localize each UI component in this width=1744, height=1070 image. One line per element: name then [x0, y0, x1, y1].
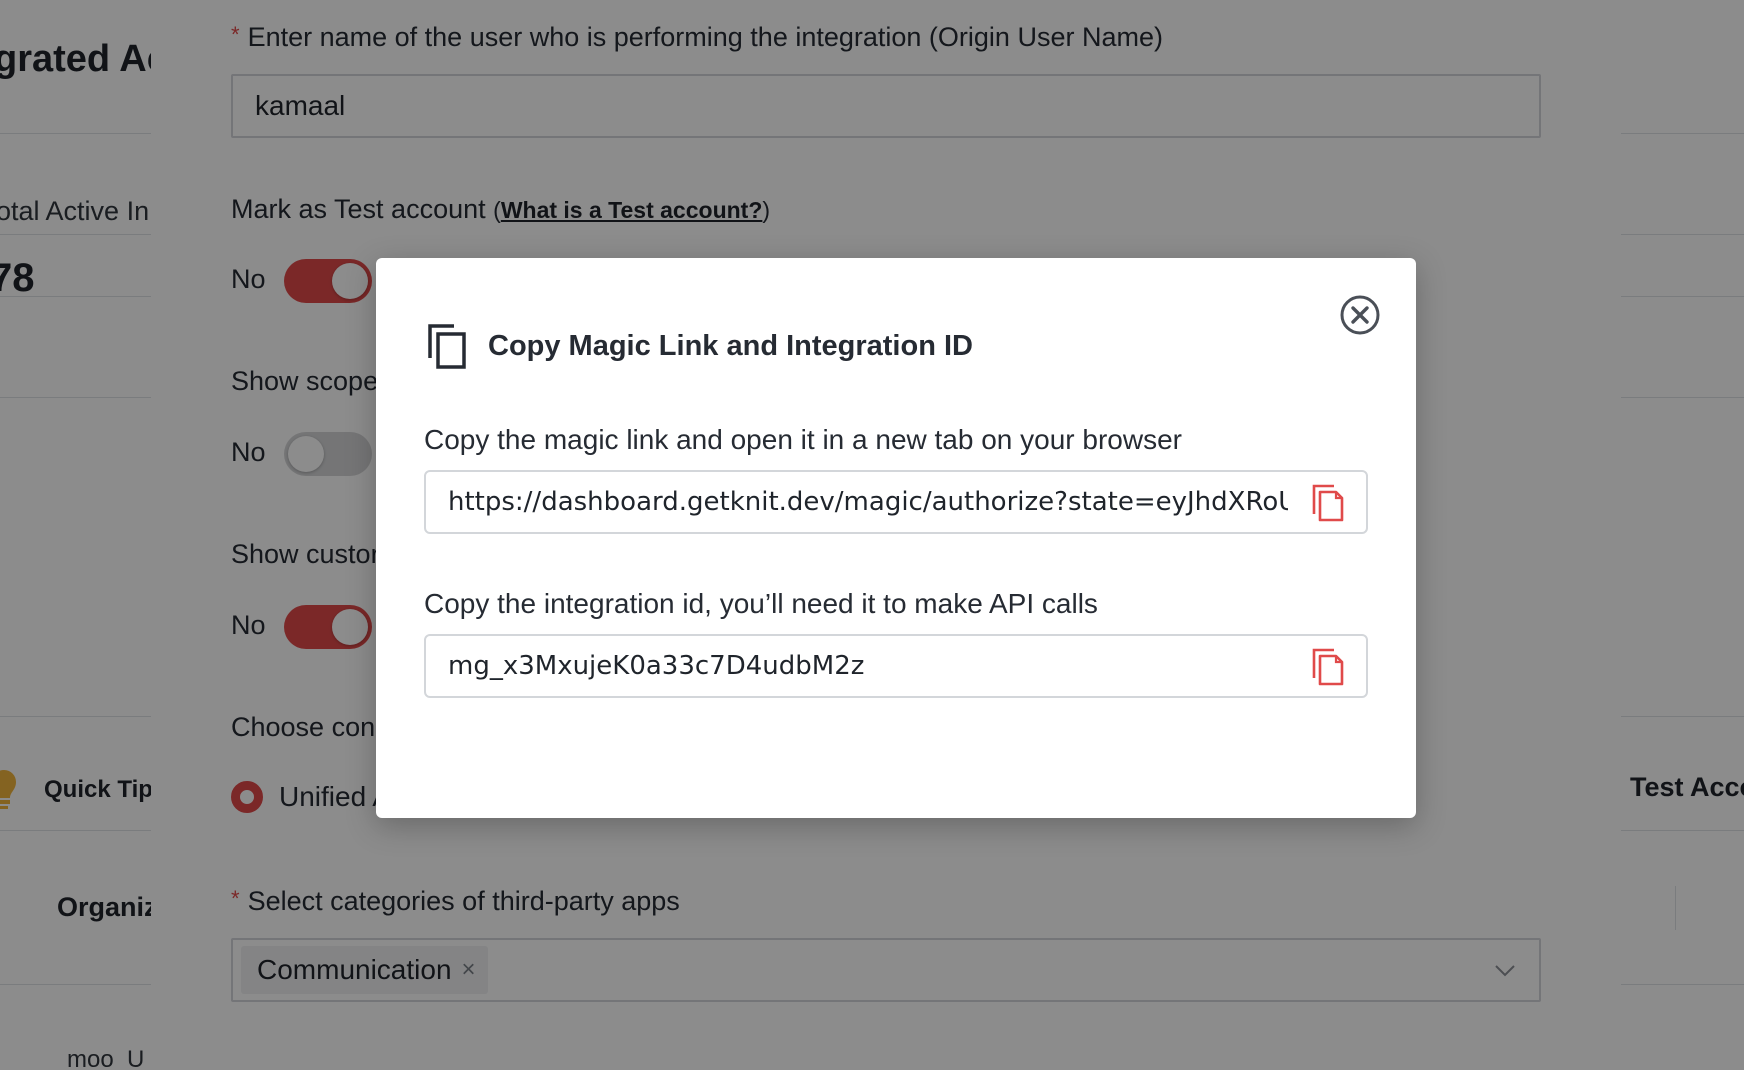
copy-integration-id-icon[interactable]	[1310, 646, 1346, 686]
magic-link-label: Copy the magic link and open it in a new…	[424, 424, 1182, 455]
integration-id-label: Copy the integration id, you’ll need it …	[424, 588, 1098, 619]
modal-title: Copy Magic Link and Integration ID	[488, 330, 973, 362]
copy-link-modal: Copy Magic Link and Integration ID Copy …	[376, 258, 1416, 818]
magic-link-value[interactable]: https://dashboard.getknit.dev/magic/auth…	[448, 472, 1288, 532]
copy-magic-link-icon[interactable]	[1310, 482, 1346, 522]
magic-link-field[interactable]: https://dashboard.getknit.dev/magic/auth…	[424, 470, 1368, 534]
close-circle-icon[interactable]	[1339, 294, 1381, 336]
integration-id-value[interactable]: mg_x3MxujeK0a33c7D4udbM2z	[448, 636, 1288, 696]
copy-icon	[428, 324, 466, 369]
integration-id-field[interactable]: mg_x3MxujeK0a33c7D4udbM2z	[424, 634, 1368, 698]
